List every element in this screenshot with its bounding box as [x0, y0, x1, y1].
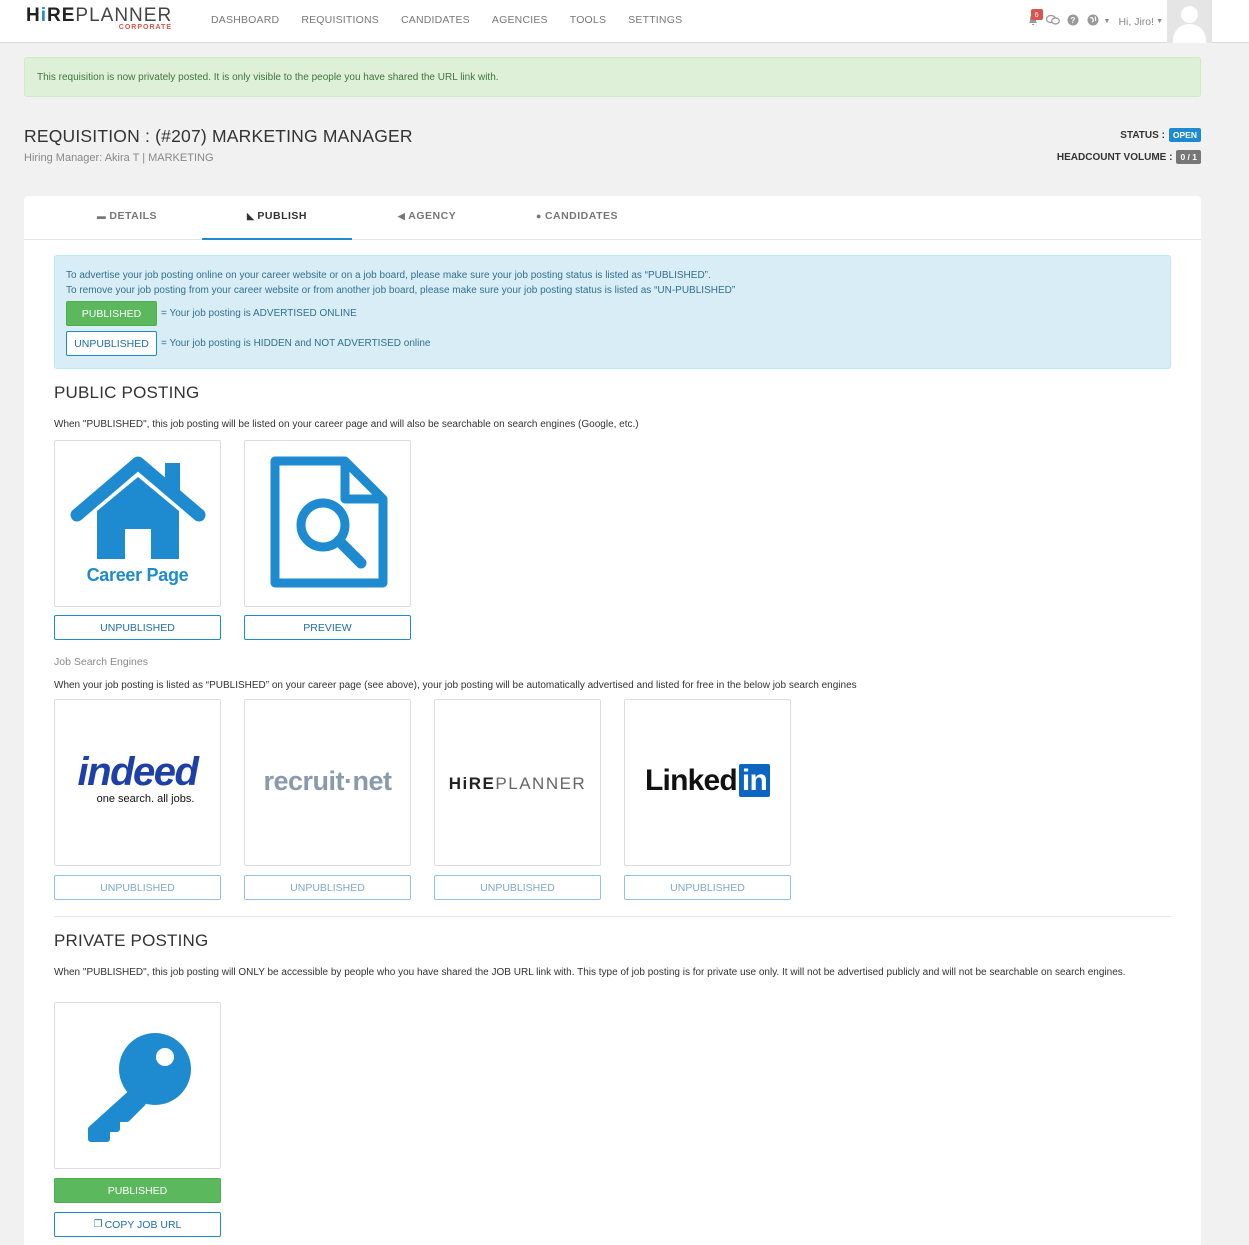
chat-icon[interactable] — [1044, 13, 1062, 31]
chevron-down-icon[interactable]: ▼ — [1104, 18, 1111, 25]
key-icon — [88, 1033, 191, 1142]
bullhorn-icon: ◀ — [397, 211, 406, 221]
main-nav: DASHBOARD REQUISITIONS CANDIDATES AGENCI… — [200, 0, 693, 43]
hiring-manager: Hiring Manager: Akira T | MARKETING — [24, 152, 214, 164]
user-greeting[interactable]: Hi, Jiro! — [1118, 16, 1154, 28]
globe-icon[interactable] — [1084, 13, 1102, 31]
indeed-unpublished-button[interactable]: UNPUBLISHED — [54, 875, 221, 900]
private-posting-text: When "PUBLISHED", this job posting will … — [54, 967, 1126, 978]
public-posting-title: PUBLIC POSTING — [54, 383, 200, 402]
headcount-badge: 0 / 1 — [1176, 150, 1201, 164]
copy-job-url-button[interactable]: ❐ COPY JOB URL — [54, 1212, 221, 1237]
nav-settings[interactable]: SETTINGS — [617, 0, 693, 43]
status-label: STATUS : — [1120, 129, 1165, 141]
linkedin-logo: Linked in — [625, 764, 790, 798]
headcount-label: HEADCOUNT VOLUME : — [1056, 151, 1173, 163]
career-page-tile[interactable]: Career Page — [54, 440, 221, 607]
preview-tile[interactable] — [244, 440, 411, 607]
tab-agency[interactable]: ◀ AGENCY — [352, 196, 502, 240]
career-page-unpublished-button[interactable]: UNPUBLISHED — [54, 615, 221, 640]
hireplanner-logo[interactable]: HiREPLANNER CORPORATE — [26, 6, 176, 36]
chevron-down-icon[interactable]: ▼ — [1156, 18, 1163, 25]
avatar[interactable] — [1167, 0, 1212, 43]
nav-candidates[interactable]: CANDIDATES — [390, 0, 481, 43]
tab-candidates[interactable]: ● CANDIDATES — [502, 196, 652, 240]
publish-card: ▬ DETAILS ◣ PUBLISH ◀ AGENCY ● CANDIDATES To… — [24, 196, 1201, 1245]
rss-icon: ◣ — [246, 211, 255, 221]
status-badge: OPEN — [1168, 128, 1201, 142]
linkedin-tile[interactable]: Linked in — [624, 699, 791, 866]
indeed-tagline: one search. all jobs. — [96, 793, 195, 805]
tab-bar: ▬ DETAILS ◣ PUBLISH ◀ AGENCY ● CANDIDATES — [24, 196, 1201, 240]
info-line-2: To remove your job posting from your car… — [66, 285, 736, 296]
user-icon: ● — [536, 211, 542, 221]
success-alert: This requisition is now privately posted… — [24, 57, 1201, 97]
private-published-button[interactable]: PUBLISHED — [54, 1178, 221, 1203]
preview-button[interactable]: PREVIEW — [244, 615, 411, 640]
private-posting-title: PRIVATE POSTING — [54, 931, 209, 950]
hireplanner-unpublished-button[interactable]: UNPUBLISHED — [434, 875, 601, 900]
recruit-net-tile[interactable]: recruit·net — [244, 699, 411, 866]
notification-badge: 6 — [1030, 8, 1043, 20]
document-search-icon — [270, 456, 388, 588]
info-line-1: To advertise your job posting online on … — [66, 270, 711, 281]
nav-dashboard[interactable]: DASHBOARD — [200, 0, 290, 43]
nav-requisitions[interactable]: REQUISITIONS — [290, 0, 390, 43]
legend-unpublished-desc: = Your job posting is HIDDEN and NOT ADV… — [161, 338, 431, 349]
hireplanner-tile[interactable]: HiREPLANNER — [434, 699, 601, 866]
tab-publish[interactable]: ◣ PUBLISH — [202, 196, 352, 240]
recruit-net-unpublished-button[interactable]: UNPUBLISHED — [244, 875, 411, 900]
publish-info-box: To advertise your job posting online on … — [54, 255, 1171, 369]
nav-tools[interactable]: TOOLS — [559, 0, 617, 43]
public-posting-text: When "PUBLISHED", this job posting will … — [54, 419, 639, 430]
svg-text:?: ? — [1070, 16, 1075, 25]
copy-icon: ❐ — [93, 1219, 103, 1230]
bell-icon[interactable]: 6 — [1024, 8, 1043, 31]
help-icon[interactable]: ? — [1064, 13, 1082, 31]
section-divider — [54, 916, 1171, 917]
career-page-label: Career Page — [86, 565, 189, 585]
linkedin-unpublished-button[interactable]: UNPUBLISHED — [624, 875, 791, 900]
job-search-engines-label: Job Search Engines — [54, 656, 148, 668]
nav-right: 6 ? ▼ Hi, Jiro! ▼ — [1024, 0, 1212, 43]
indeed-logo: indeed — [77, 750, 199, 794]
page-title: REQUISITION : (#207) MARKETING MANAGER — [24, 126, 413, 146]
legend-published-desc: = Your job posting is ADVERTISED ONLINE — [161, 308, 357, 319]
private-key-tile[interactable] — [54, 1002, 221, 1169]
job-search-engines-text: When your job posting is listed as “PUBL… — [54, 680, 857, 691]
logo-wordmark: HiREPLANNER — [26, 5, 173, 26]
nav-agencies[interactable]: AGENCIES — [481, 0, 559, 43]
briefcase-icon: ▬ — [96, 211, 107, 221]
top-navbar: HiREPLANNER CORPORATE DASHBOARD REQUISIT… — [0, 0, 1249, 43]
legend-published-button: PUBLISHED — [66, 301, 157, 326]
tab-details[interactable]: ▬ DETAILS — [52, 196, 202, 240]
headcount-row: HEADCOUNT VOLUME : 0 / 1 — [1057, 150, 1201, 164]
status-row: STATUS : OPEN — [1120, 128, 1201, 142]
legend-unpublished-button: UNPUBLISHED — [66, 331, 157, 356]
indeed-tile[interactable]: indeed one search. all jobs. — [54, 699, 221, 866]
logo-tag: CORPORATE — [118, 24, 172, 31]
hireplanner-engine-logo: HiREPLANNER — [448, 774, 587, 793]
recruit-net-logo: recruit·net — [263, 766, 392, 796]
